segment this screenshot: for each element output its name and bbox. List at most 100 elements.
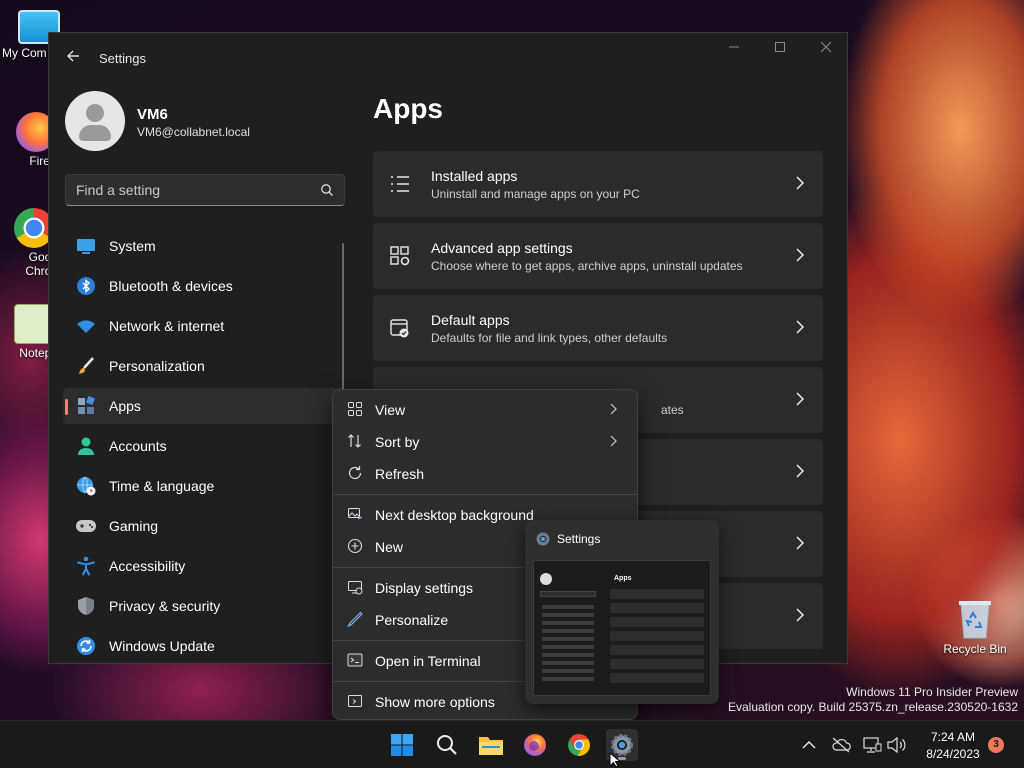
sidebar-item-accessibility[interactable]: Accessibility	[63, 548, 343, 584]
sidebar-item-personalization[interactable]: Personalization	[63, 348, 343, 384]
firefox-icon	[524, 734, 546, 756]
show-hidden-icons-button[interactable]	[799, 735, 819, 755]
network-tray-button[interactable]	[862, 735, 882, 755]
sidebar-item-label: Gaming	[109, 518, 159, 534]
card-advanced-app-settings[interactable]: Advanced app settings Choose where to ge…	[373, 223, 823, 289]
refresh-icon	[348, 466, 362, 480]
sidebar-item-label: Personalization	[109, 358, 205, 374]
thumb-nav-line	[542, 613, 594, 617]
taskbar-firefox[interactable]	[519, 729, 551, 761]
avatar[interactable]	[65, 91, 125, 151]
taskbar: 7:24 AM 8/24/2023 3	[0, 720, 1024, 768]
taskbar-thumbnail-preview[interactable]: Settings Apps	[525, 520, 719, 704]
watermark-line-2: Evaluation copy. Build 25375.zn_release.…	[728, 700, 1018, 714]
desktop-icon-recycle-bin[interactable]: Recycle Bin	[943, 598, 1007, 656]
apps-icon	[75, 395, 97, 417]
chevron-right-icon	[796, 248, 805, 262]
bluetooth-icon	[75, 275, 97, 297]
thumbnail-image: Apps	[533, 560, 711, 696]
menu-item-label: Open in Terminal	[375, 653, 481, 669]
page-title: Apps	[373, 93, 443, 124]
globe-clock-icon	[75, 475, 97, 497]
thumb-nav-line	[542, 645, 594, 649]
card-title: Default apps	[431, 312, 510, 328]
gamepad-icon	[75, 515, 97, 537]
image-next-icon	[348, 508, 363, 520]
sidebar-item-network[interactable]: Network & internet	[63, 308, 343, 344]
sidebar-item-apps[interactable]: Apps	[63, 388, 343, 424]
sidebar-item-label: Time & language	[109, 478, 215, 494]
menu-item-view[interactable]: View	[337, 394, 633, 424]
sidebar-item-system[interactable]: System	[63, 228, 343, 264]
card-default-apps[interactable]: Default apps Defaults for file and link …	[373, 295, 823, 361]
sidebar-item-label: Privacy & security	[109, 598, 221, 614]
thumb-card	[610, 673, 704, 683]
thumb-search	[540, 591, 596, 597]
minimize-button[interactable]	[719, 41, 749, 61]
mouse-cursor-icon	[609, 752, 621, 768]
person-icon	[75, 435, 97, 457]
sidebar-item-privacy[interactable]: Privacy & security	[63, 588, 343, 624]
card-subtitle: Defaults for file and link types, other …	[431, 331, 668, 345]
update-icon	[75, 635, 97, 657]
thumb-nav-line	[542, 661, 594, 665]
thumb-nav-line	[542, 637, 594, 641]
sidebar-item-bluetooth[interactable]: Bluetooth & devices	[63, 268, 343, 304]
window-title: Settings	[99, 51, 146, 66]
avatar-head	[86, 104, 104, 122]
menu-separator	[333, 494, 637, 495]
list-icon	[391, 176, 409, 192]
thumb-nav-line	[542, 629, 594, 633]
app-settings-icon	[390, 246, 410, 266]
volume-tray-button[interactable]	[886, 735, 906, 755]
menu-item-label: Sort by	[375, 434, 420, 450]
menu-item-label: View	[375, 402, 406, 418]
grid-icon	[348, 402, 362, 416]
thumb-nav-line	[542, 605, 594, 609]
sidebar-item-label: System	[109, 238, 156, 254]
sidebar-item-time-language[interactable]: Time & language	[63, 468, 343, 504]
chevron-right-icon	[796, 464, 805, 478]
avatar-body	[79, 125, 111, 141]
card-title: Installed apps	[431, 168, 518, 184]
taskbar-file-explorer[interactable]	[475, 729, 507, 761]
os-watermark: Windows 11 Pro Insider Preview Evaluatio…	[728, 685, 1018, 715]
thumbnail-title: Settings	[557, 532, 601, 546]
onedrive-tray-button[interactable]	[831, 735, 851, 755]
thumb-avatar	[540, 573, 552, 585]
card-title: Advanced app settings	[431, 240, 573, 256]
shield-icon	[75, 595, 97, 617]
sidebar-item-label: Accounts	[109, 438, 167, 454]
chevron-up-icon	[802, 741, 816, 749]
clock-date[interactable]: 8/24/2023	[918, 747, 988, 761]
close-button[interactable]	[811, 41, 841, 61]
title-bar: Settings	[49, 33, 847, 83]
windows-logo-icon	[391, 734, 413, 756]
profile-email: VM6@collabnet.local	[137, 125, 250, 139]
search-icon[interactable]	[320, 183, 334, 197]
back-button[interactable]	[63, 49, 83, 69]
pen-icon	[347, 611, 363, 627]
sidebar-item-gaming[interactable]: Gaming	[63, 508, 343, 544]
notification-badge[interactable]: 3	[988, 737, 1004, 753]
sidebar-item-windows-update[interactable]: Windows Update	[63, 628, 343, 663]
chevron-right-icon	[610, 435, 617, 447]
card-installed-apps[interactable]: Installed apps Uninstall and manage apps…	[373, 151, 823, 217]
menu-item-refresh[interactable]: Refresh	[337, 458, 633, 488]
chevron-right-icon	[796, 320, 805, 334]
search-button[interactable]	[431, 729, 463, 761]
search-input[interactable]	[66, 175, 306, 205]
taskbar-chrome[interactable]	[563, 729, 595, 761]
maximize-icon	[775, 42, 785, 52]
monitor-icon	[75, 235, 97, 257]
maximize-button[interactable]	[765, 41, 795, 61]
sidebar-item-accounts[interactable]: Accounts	[63, 428, 343, 464]
wifi-icon	[75, 315, 97, 337]
menu-item-label: Next desktop background	[375, 507, 534, 523]
start-button[interactable]	[386, 729, 418, 761]
sidebar-item-label: Windows Update	[109, 638, 215, 654]
menu-item-sort-by[interactable]: Sort by	[337, 426, 633, 456]
clock-time[interactable]: 7:24 AM	[928, 730, 978, 744]
back-arrow-icon	[67, 50, 79, 62]
terminal-icon	[347, 653, 363, 667]
